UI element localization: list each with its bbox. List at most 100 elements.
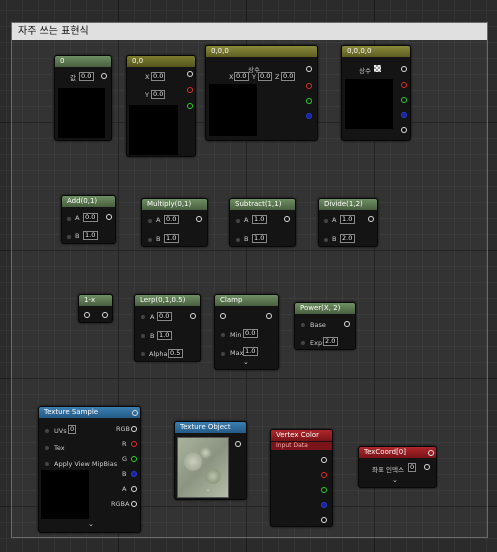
input-a-pin[interactable] <box>324 219 328 223</box>
clamp-node[interactable]: Clamp Min 0.0 Max 1.0 ⌄ <box>214 294 279 370</box>
expand-chevron-icon[interactable]: ⌄ <box>88 520 94 528</box>
input-b-pin[interactable] <box>141 334 145 338</box>
constant2vector-node[interactable]: 0,0 X 0.0 Y 0.0 <box>126 55 196 157</box>
output-pin[interactable] <box>101 73 107 79</box>
output-r-pin[interactable] <box>131 441 137 447</box>
x-input[interactable]: 0.0 <box>234 72 249 81</box>
coordinate-index-input[interactable]: 0 <box>408 463 416 472</box>
output-b-pin[interactable] <box>401 112 407 118</box>
output-g-pin[interactable] <box>306 98 312 104</box>
texture-sample-node[interactable]: Texture Sample UVs 0 Tex Apply View MipB… <box>38 406 141 533</box>
y-input[interactable]: 0.0 <box>258 72 272 81</box>
uvs-input[interactable]: 0 <box>68 425 76 434</box>
output-rgb-pin[interactable] <box>131 426 137 432</box>
output-r-pin[interactable] <box>321 472 327 478</box>
output-a-pin[interactable] <box>131 486 137 492</box>
one-minus-node[interactable]: 1-x <box>78 294 113 323</box>
max-input[interactable]: 1.0 <box>243 347 258 356</box>
b-input[interactable]: 2.0 <box>340 234 355 243</box>
output-pin[interactable] <box>368 216 374 222</box>
output-b-pin[interactable] <box>131 471 137 477</box>
expand-chevron-icon[interactable]: ⌄ <box>205 485 211 493</box>
texcoord-node[interactable]: TexCoord[0] 좌표 인덱스 0 ⌄ <box>358 446 437 488</box>
output-b-pin[interactable] <box>321 502 327 508</box>
title-output-pin[interactable] <box>132 410 138 416</box>
z-input[interactable]: 0.0 <box>281 72 295 81</box>
a-input[interactable]: 1.0 <box>252 215 267 224</box>
b-input[interactable]: 1.0 <box>157 331 172 340</box>
output-a-pin[interactable] <box>401 127 407 133</box>
multiply-node[interactable]: Multiply(0,1) A 0.0 B 1.0 <box>141 198 208 247</box>
input-alpha-pin[interactable] <box>141 352 145 356</box>
output-r-pin[interactable] <box>401 82 407 88</box>
output-pin[interactable] <box>196 216 202 222</box>
a-input[interactable]: 0.0 <box>164 215 179 224</box>
input-a-pin[interactable] <box>148 219 152 223</box>
output-pin[interactable] <box>344 321 350 327</box>
output-pin[interactable] <box>266 313 272 319</box>
b-input[interactable]: 1.0 <box>164 234 179 243</box>
a-input[interactable]: 0.0 <box>157 312 172 321</box>
constant3vector-node[interactable]: 0,0,0 상수 X 0.0 Y 0.0 Z 0.0 <box>205 45 318 141</box>
power-node[interactable]: Power(X, 2) Base Exp 2.0 <box>294 302 356 350</box>
input-a-pin[interactable] <box>141 315 145 319</box>
divide-node[interactable]: Divide(1,2) A 1.0 B 2.0 <box>318 198 378 247</box>
output-pin[interactable] <box>306 66 312 72</box>
constant4vector-node[interactable]: 0,0,0,0 상수 <box>341 45 411 141</box>
b-input[interactable]: 1.0 <box>83 231 98 240</box>
min-input[interactable]: 0.0 <box>243 329 258 338</box>
input-b-pin[interactable] <box>67 235 71 239</box>
output-r-pin[interactable] <box>187 87 193 93</box>
input-mipbias-pin[interactable] <box>45 462 49 466</box>
output-pin[interactable] <box>102 312 108 318</box>
title-output-pin[interactable] <box>428 450 434 456</box>
input-a-pin[interactable] <box>67 217 71 221</box>
texture-object-node[interactable]: Texture Object ⌄ <box>174 421 247 500</box>
output-pin[interactable] <box>190 313 196 319</box>
output-b-pin[interactable] <box>306 113 312 119</box>
alpha-input[interactable]: 0.5 <box>168 349 183 358</box>
constant-node[interactable]: 0 값 0.0 <box>54 55 112 141</box>
exp-input[interactable]: 2.0 <box>323 337 338 346</box>
input-max-pin[interactable] <box>221 352 225 356</box>
input-a-pin[interactable] <box>236 219 240 223</box>
input-pin[interactable] <box>84 312 90 318</box>
add-node[interactable]: Add(0,1) A 0.0 B 1.0 <box>61 195 116 244</box>
output-pin[interactable] <box>235 441 241 447</box>
output-pin[interactable] <box>187 71 193 77</box>
input-b-pin[interactable] <box>148 238 152 242</box>
color-swatch[interactable] <box>374 65 381 72</box>
output-rgba-pin[interactable] <box>131 501 137 507</box>
output-g-pin[interactable] <box>131 456 137 462</box>
x-input[interactable]: 0.0 <box>151 72 165 81</box>
input-exp-pin[interactable] <box>301 341 305 345</box>
input-base-pin[interactable] <box>301 323 305 327</box>
output-r-pin[interactable] <box>306 83 312 89</box>
subtract-node[interactable]: Subtract(1,1) A 1.0 B 1.0 <box>229 198 296 247</box>
output-pin[interactable] <box>401 66 407 72</box>
a-input[interactable]: 0.0 <box>83 213 98 222</box>
output-g-pin[interactable] <box>401 97 407 103</box>
output-pin[interactable] <box>284 216 290 222</box>
a-input[interactable]: 1.0 <box>340 215 355 224</box>
output-pin[interactable] <box>321 457 327 463</box>
y-input[interactable]: 0.0 <box>151 90 165 99</box>
input-b-pin[interactable] <box>236 238 240 242</box>
expand-chevron-icon[interactable]: ⌄ <box>392 476 398 484</box>
input-tex-pin[interactable] <box>45 446 49 450</box>
expand-chevron-icon[interactable]: ⌄ <box>243 358 249 366</box>
input-pin[interactable] <box>220 313 226 319</box>
value-input[interactable]: 0.0 <box>79 72 94 81</box>
output-g-pin[interactable] <box>321 487 327 493</box>
output-pin[interactable] <box>424 464 430 470</box>
output-pin[interactable] <box>106 214 112 220</box>
vertex-color-node[interactable]: Vertex Color Input Data <box>270 429 333 527</box>
b-input[interactable]: 1.0 <box>252 234 267 243</box>
comment-title[interactable]: 자주 쓰는 표현식 <box>12 23 487 40</box>
lerp-node[interactable]: Lerp(0,1,0.5) A 0.0 B 1.0 Alpha 0.5 <box>134 294 201 362</box>
output-g-pin[interactable] <box>187 103 193 109</box>
input-uvs-pin[interactable] <box>45 429 49 433</box>
output-a-pin[interactable] <box>321 517 327 523</box>
input-b-pin[interactable] <box>324 238 328 242</box>
input-min-pin[interactable] <box>221 333 225 337</box>
